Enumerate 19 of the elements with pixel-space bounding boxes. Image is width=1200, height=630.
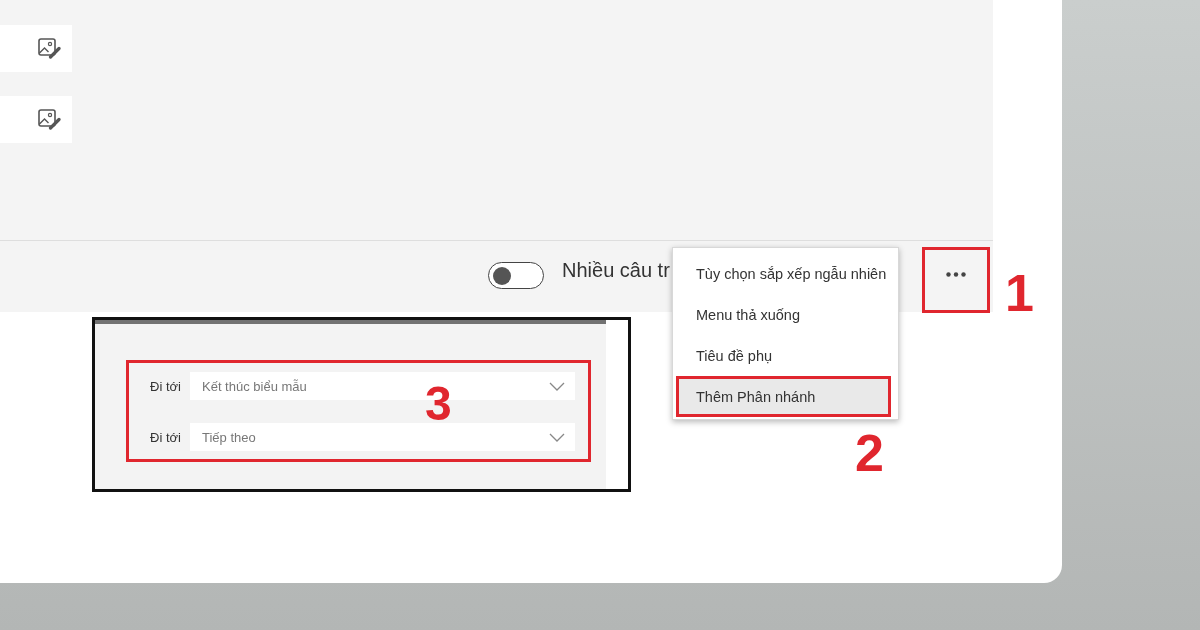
option-field[interactable] xyxy=(0,96,72,143)
toggle-label: Nhiều câu tr xyxy=(562,258,670,283)
select-field[interactable]: Tiếp theo xyxy=(190,423,575,451)
callout-number: 2 xyxy=(855,427,884,479)
menu-item[interactable]: Menu thả xuống xyxy=(676,294,891,335)
image-edit-icon[interactable] xyxy=(37,107,61,132)
chevron-down-icon xyxy=(549,432,565,442)
menu-item[interactable]: Tùy chọn sắp xếp ngẫu nhiên xyxy=(676,253,891,294)
goto-label: Đi tới xyxy=(150,378,182,394)
menu-item[interactable]: Tiêu đề phụ xyxy=(676,335,891,376)
more-button[interactable] xyxy=(922,247,990,313)
image-edit-icon[interactable] xyxy=(37,36,61,61)
goto-label: Đi tới xyxy=(150,429,182,445)
option-field[interactable] xyxy=(0,25,72,72)
menu-item[interactable]: Thêm Phân nhánh xyxy=(676,376,891,417)
toggle-switch[interactable] xyxy=(488,262,544,289)
chevron-down-icon xyxy=(549,381,565,391)
callout-number: 1 xyxy=(1005,267,1034,319)
more-icon xyxy=(946,271,966,277)
